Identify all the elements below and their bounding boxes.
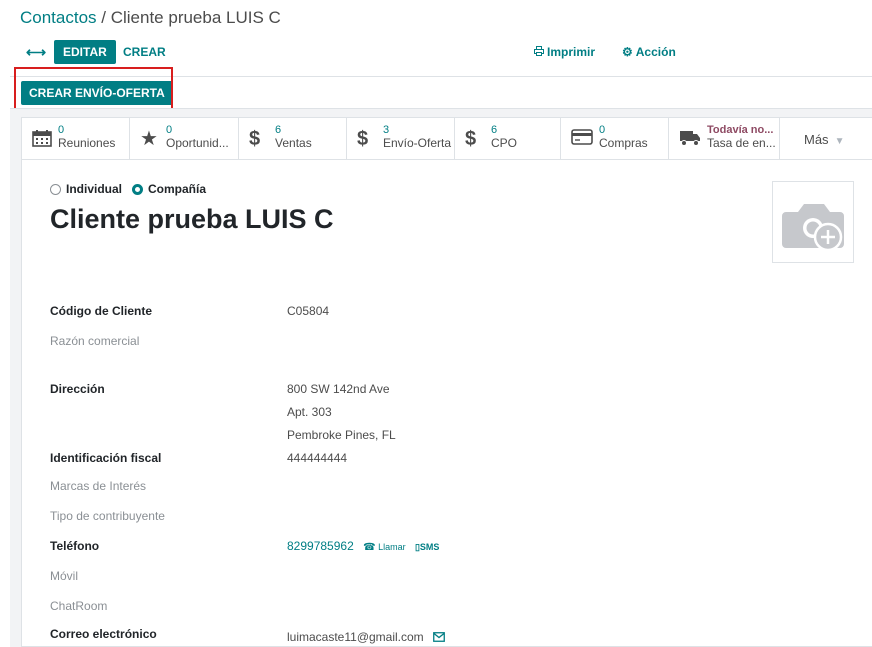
expand-arrows-icon[interactable]: ⟷ [26,44,46,61]
breadcrumb-current: Cliente prueba LUIS C [110,8,281,27]
more-label: Más [804,132,829,147]
gear-icon: ⚙ [622,45,633,59]
smart-button-meetings[interactable]: 0 Reuniones [22,118,130,159]
email-value[interactable]: luimacaste11@gmail.com [287,630,424,644]
brands-value[interactable] [287,479,687,493]
phone-value[interactable]: 8299785962 [287,539,354,553]
edit-button[interactable]: EDITAR [54,40,116,64]
dollar-icon: $ [249,128,261,150]
radio-individual-label[interactable]: Individual [66,182,122,196]
brands-label: Marcas de Interés [50,479,147,493]
chatroom-value[interactable] [287,599,687,613]
offers-label: Envío-Oferta [383,136,452,150]
purchases-count: 0 [599,124,606,136]
cpo-label: CPO [491,136,518,150]
highlight-annotation [14,67,173,113]
sales-label: Ventas [275,136,312,150]
form-sheet: 0 Reuniones ★ 0 Oportunid... $ 6 Ventas … [21,117,872,647]
address-street2[interactable]: Apt. 303 [287,405,332,419]
print-button[interactable]: Imprimir [534,40,595,64]
address-city-state[interactable]: Pembroke Pines, FL [287,428,396,442]
more-button[interactable]: Más ▼ [780,118,872,159]
print-label: Imprimir [547,45,596,59]
call-link[interactable]: ☎ Llamar [363,542,406,553]
partner-type-radios: Individual Compañía [50,182,216,196]
chatroom-label: ChatRoom [50,599,108,613]
delivery-rate-label: Tasa de en... [707,136,776,150]
purchases-label: Compras [599,136,648,150]
sales-count: 6 [275,124,282,136]
opportunities-count: 0 [166,124,173,136]
breadcrumb-separator: / [96,8,111,27]
print-icon [534,40,544,64]
tax-id-label: Identificación fiscal [50,451,162,465]
mobile-value[interactable] [287,569,687,583]
radio-company[interactable] [132,183,144,195]
smart-button-purchases[interactable]: 0 Compras [561,118,669,159]
truck-icon [679,129,701,151]
smart-button-opportunities[interactable]: ★ 0 Oportunid... [130,118,239,159]
taxpayer-type-value[interactable] [287,509,687,523]
dollar-icon: $ [465,128,477,150]
avatar-upload[interactable] [772,181,854,263]
offers-count: 3 [383,124,390,136]
tax-id-value[interactable]: 444444444 [287,451,347,465]
trade-name-label: Razón comercial [50,334,140,348]
create-button[interactable]: CREAR [123,40,166,64]
envelope-icon[interactable] [433,631,445,645]
credit-card-icon [571,129,593,149]
email-label: Correo electrónico [50,627,157,641]
smart-buttons-bar: 0 Reuniones ★ 0 Oportunid... $ 6 Ventas … [22,118,872,160]
action-button[interactable]: ⚙ Acción [622,40,676,64]
action-label: Acción [635,45,676,59]
meetings-count: 0 [58,124,65,136]
radio-company-label[interactable]: Compañía [148,182,206,196]
smart-button-offers[interactable]: $ 3 Envío-Oferta [347,118,455,159]
caret-down-icon: ▼ [834,136,845,147]
dollar-icon: $ [357,128,369,150]
smart-button-delivery-rate[interactable]: Todavía no... Tasa de en... [669,118,780,159]
phone-icon: ☎ [363,542,376,553]
breadcrumb: Contactos / Cliente prueba LUIS C [20,8,281,28]
breadcrumb-contacts-link[interactable]: Contactos [20,8,97,27]
sms-label: SMS [419,542,440,552]
radio-individual[interactable] [50,183,61,195]
calendar-icon [32,129,52,151]
star-icon: ★ [140,128,158,150]
meetings-label: Reuniones [58,136,116,150]
phone-field: 8299785962 ☎ Llamar ▯SMS [287,539,439,553]
smart-button-cpo[interactable]: $ 6 CPO [455,118,561,159]
address-label: Dirección [50,382,105,396]
camera-plus-icon [782,196,846,255]
record-title: Cliente prueba LUIS C [50,204,334,234]
customer-code-value[interactable]: C05804 [287,304,329,318]
sms-link[interactable]: ▯SMS [415,542,439,552]
control-panel-toolbar: ⟷ EDITAR CREAR Imprimir ⚙ Acción [0,40,872,66]
customer-code-label: Código de Cliente [50,304,152,318]
taxpayer-type-label: Tipo de contribuyente [50,509,165,523]
smart-button-sales[interactable]: $ 6 Ventas [239,118,347,159]
cpo-count: 6 [491,124,498,136]
mobile-label: Móvil [50,569,79,583]
address-street[interactable]: 800 SW 142nd Ave [287,382,390,396]
phone-label: Teléfono [50,539,100,553]
opportunities-label: Oportunid... [166,136,229,150]
delivery-status: Todavía no... [707,124,774,136]
email-field: luimacaste11@gmail.com [287,630,445,645]
call-label: Llamar [378,542,406,552]
trade-name-value[interactable] [287,334,687,348]
